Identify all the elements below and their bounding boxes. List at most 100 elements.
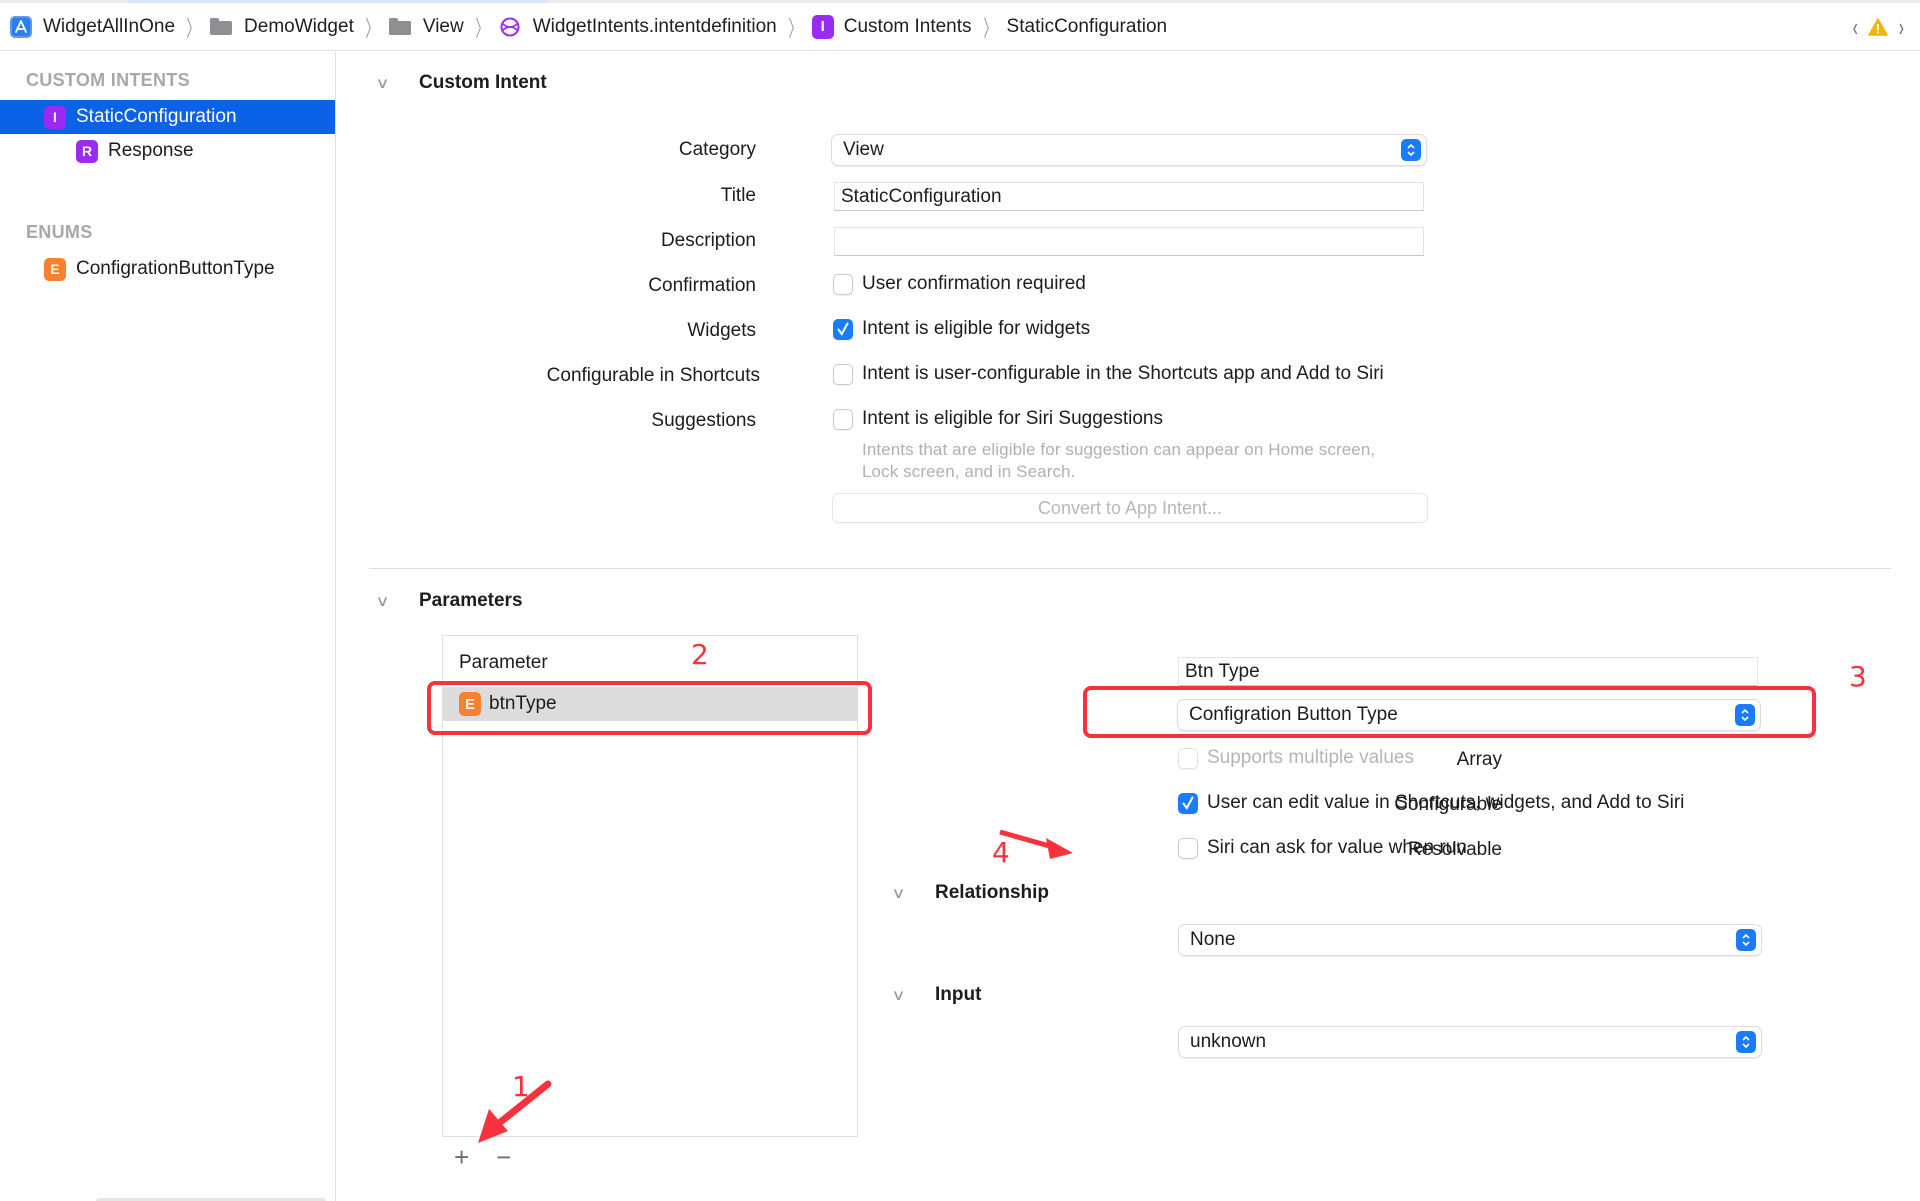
checkbox-text: Supports multiple values [1207, 747, 1414, 768]
intent-definition-icon [499, 16, 521, 38]
hint-line: Intents that are eligible for suggestion… [862, 440, 1376, 459]
category-popup[interactable]: View [832, 135, 1426, 165]
sidebar-section-header-enums: ENUMS [26, 222, 93, 242]
sidebar-item-label: ConfigrationButtonType [76, 258, 275, 279]
breadcrumb-item-project[interactable]: WidgetAllInOne [10, 3, 175, 51]
breadcrumb-separator: 〉 [788, 15, 802, 41]
remove-parameter-button[interactable]: − [496, 1142, 511, 1173]
breadcrumb-item-view[interactable]: View [388, 3, 464, 51]
sidebar-item-staticconfiguration[interactable]: I StaticConfiguration [0, 100, 335, 134]
array-label: Array [1456, 749, 1502, 770]
description-field[interactable] [834, 227, 1424, 256]
checkbox-text: Siri can ask for value when run [1207, 837, 1467, 858]
type-popup[interactable]: Configration Button Type [1178, 700, 1760, 730]
intent-outline-sidebar: CUSTOM INTENTS I StaticConfiguration R R… [0, 52, 336, 1201]
input-section-toggle[interactable]: ∨ Input [891, 984, 982, 1006]
breadcrumb-item-staticconfiguration[interactable]: StaticConfiguration [1007, 3, 1168, 51]
breadcrumb-item-custom-intents[interactable]: I Custom Intents [811, 3, 972, 51]
custom-intent-section-toggle[interactable]: ∨ Custom Intent [375, 72, 546, 94]
popup-stepper-icon [1736, 1031, 1756, 1053]
checkbox-box [1178, 747, 1198, 769]
breadcrumb: WidgetAllInOne 〉 DemoWidget 〉 View 〉 Wid… [0, 3, 1920, 51]
convert-to-app-intent-button[interactable]: Convert to App Intent... [833, 494, 1427, 522]
popup-stepper-icon [1401, 139, 1421, 161]
suggestions-label: Suggestions [651, 410, 756, 431]
annotation-number-2: 2 [691, 638, 709, 671]
breadcrumb-item-intentdefinition[interactable]: WidgetIntents.intentdefinition [499, 3, 777, 51]
app-project-icon [10, 15, 32, 38]
array-checkbox[interactable]: Supports multiple values [1178, 747, 1414, 769]
chevron-down-icon: ∨ [375, 593, 390, 610]
section-divider [369, 568, 1891, 569]
sidebar-item-response[interactable]: R Response [0, 134, 335, 168]
checkbox-text: User confirmation required [862, 273, 1086, 294]
sidebar-item-label: StaticConfiguration [76, 106, 237, 127]
display-name-field[interactable]: Btn Type [1178, 657, 1758, 686]
next-issue-button[interactable]: › [1899, 12, 1904, 43]
breadcrumb-item-demowidget[interactable]: DemoWidget [210, 3, 354, 51]
category-value: View [843, 139, 884, 160]
resolvable-checkbox[interactable]: Siri can ask for value when run [1178, 837, 1467, 859]
configurable-checkbox[interactable]: User can edit value in Shortcuts, widget… [1178, 792, 1684, 814]
relationship-section-toggle[interactable]: ∨ Relationship [891, 882, 1049, 904]
breadcrumb-separator: 〉 [982, 15, 997, 41]
checkbox-text: Intent is eligible for Siri Suggestions [862, 408, 1163, 429]
intent-badge-icon: I [811, 14, 834, 39]
confirmation-label: Confirmation [648, 275, 756, 296]
checkbox-box [833, 363, 853, 385]
default-value-popup[interactable]: unknown [1179, 1027, 1761, 1057]
description-label: Description [660, 230, 756, 251]
enum-badge-icon: E [459, 692, 481, 716]
default-value-value: unknown [1190, 1031, 1267, 1052]
checkbox-box [833, 273, 853, 295]
type-value: Configration Button Type [1189, 704, 1398, 725]
chevron-down-icon: ∨ [891, 885, 906, 902]
parameters-section-toggle[interactable]: ∨ Parameters [375, 590, 522, 612]
sidebar-section-header-custom-intents: CUSTOM INTENTS [26, 70, 190, 90]
configurable-in-shortcuts-label: Configurable in Shortcuts [546, 365, 760, 386]
sidebar-item-label: Response [108, 140, 194, 161]
warning-icon[interactable] [1868, 18, 1889, 36]
annotation-number-3: 3 [1849, 660, 1867, 693]
folder-icon [388, 18, 411, 35]
annotation-number-1: 1 [512, 1070, 530, 1103]
checkbox-text: Intent is eligible for widgets [862, 318, 1091, 339]
breadcrumb-label: Custom Intents [843, 15, 972, 37]
breadcrumb-separator: 〉 [475, 15, 489, 41]
checkbox-text: User can edit value in Shortcuts, widget… [1207, 792, 1685, 813]
previous-issue-button[interactable]: ‹ [1852, 12, 1857, 43]
breadcrumb-separator: 〉 [365, 15, 379, 41]
confirmation-checkbox[interactable]: User confirmation required [833, 273, 1086, 295]
parent-parameter-value: None [1190, 929, 1236, 950]
breadcrumb-label: DemoWidget [244, 15, 354, 37]
parameter-name: btnType [489, 693, 557, 714]
breadcrumb-label: WidgetAllInOne [43, 15, 176, 37]
breadcrumb-label: View [422, 15, 464, 37]
breadcrumb-label: StaticConfiguration [1006, 15, 1168, 37]
checkbox-box [1178, 837, 1198, 859]
checkbox-box [833, 408, 853, 430]
issue-navigator: ‹ › [1851, 3, 1906, 51]
category-label: Category [678, 139, 756, 160]
folder-icon [210, 18, 233, 35]
checkmark-icon [833, 318, 853, 340]
annotation-number-4: 4 [992, 836, 1010, 869]
parameter-list: Parameter E btnType [442, 635, 858, 1137]
section-title: Input [935, 984, 982, 1005]
parent-parameter-popup[interactable]: None [1179, 925, 1761, 955]
intent-editor: ∨ Custom Intent Category View Title Stat… [337, 52, 1920, 1201]
widgets-label: Widgets [687, 320, 756, 341]
parameter-column-header: Parameter [459, 652, 548, 673]
shortcuts-checkbox[interactable]: Intent is user-configurable in the Short… [833, 363, 1384, 385]
widgets-checkbox[interactable]: Intent is eligible for widgets [833, 318, 1090, 340]
suggestions-checkbox[interactable]: Intent is eligible for Siri Suggestions [833, 408, 1163, 430]
checkbox-text: Intent is user-configurable in the Short… [862, 363, 1384, 384]
parameter-row-btntype[interactable]: E btnType [443, 687, 857, 721]
chevron-down-icon: ∨ [891, 987, 906, 1004]
add-parameter-button[interactable]: + [454, 1142, 469, 1173]
title-field[interactable]: StaticConfiguration [834, 182, 1424, 211]
enum-badge-icon: E [44, 257, 66, 281]
title-label: Title [720, 185, 756, 206]
response-badge-icon: R [76, 139, 98, 163]
sidebar-item-configrationbuttontype[interactable]: E ConfigrationButtonType [0, 252, 335, 286]
